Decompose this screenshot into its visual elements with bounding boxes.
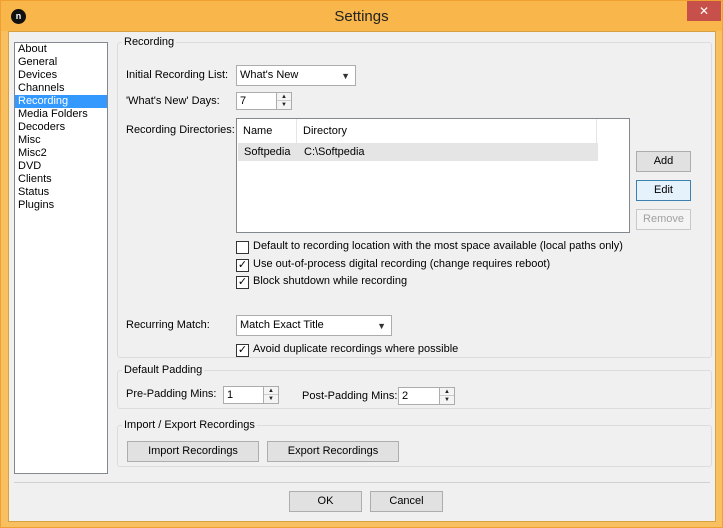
nav-item-decoders[interactable]: Decoders	[15, 121, 107, 134]
row-name-cell: Softpedia	[244, 146, 291, 158]
recording-group-legend: Recording	[124, 36, 175, 48]
close-button[interactable]: ✕	[687, 1, 721, 21]
whats-new-days-value: 7	[240, 95, 247, 107]
triangle-down-icon[interactable]: ▼	[264, 395, 278, 403]
import-recordings-button[interactable]: Import Recordings	[127, 441, 259, 462]
initial-recording-list-value: What's New	[240, 69, 299, 81]
recording-directories-list[interactable]: Name Directory Softpedia C:\Softpedia	[236, 118, 630, 233]
nav-item-recording[interactable]: Recording	[15, 95, 107, 108]
block-shutdown-checkbox[interactable]: ✓	[236, 276, 249, 289]
nav-item-misc[interactable]: Misc	[15, 134, 107, 147]
post-padding-value: 2	[402, 390, 409, 402]
default-padding-legend: Default Padding	[124, 364, 203, 376]
pre-padding-value: 1	[227, 389, 234, 401]
nav-item-devices[interactable]: Devices	[15, 69, 107, 82]
recording-directories-label: Recording Directories:	[126, 124, 235, 136]
recurring-match-label: Recurring Match:	[126, 319, 210, 331]
nav-item-plugins[interactable]: Plugins	[15, 199, 107, 212]
nav-item-misc2[interactable]: Misc2	[15, 147, 107, 160]
block-shutdown-label: Block shutdown while recording	[253, 275, 408, 287]
avoid-duplicates-checkbox[interactable]: ✓	[236, 344, 249, 357]
check-icon: ✓	[237, 276, 248, 288]
add-button[interactable]: Add	[636, 151, 691, 172]
column-header-name[interactable]: Name	[237, 119, 297, 143]
initial-recording-list-label: Initial Recording List:	[126, 69, 229, 81]
spinner-buttons[interactable]: ▲ ▼	[439, 388, 454, 404]
initial-recording-list-dropdown[interactable]: What's New ▼	[236, 65, 356, 86]
nav-item-clients[interactable]: Clients	[15, 173, 107, 186]
out-of-process-label: Use out-of-process digital recording (ch…	[253, 258, 551, 270]
cancel-button[interactable]: Cancel	[370, 491, 443, 512]
nav-item-dvd[interactable]: DVD	[15, 160, 107, 173]
recurring-match-value: Match Exact Title	[240, 319, 324, 331]
post-padding-spinner[interactable]: 2 ▲ ▼	[398, 387, 455, 405]
triangle-up-icon[interactable]: ▲	[277, 93, 291, 101]
recurring-match-dropdown[interactable]: Match Exact Title ▼	[236, 315, 392, 336]
triangle-up-icon[interactable]: ▲	[440, 388, 454, 396]
nav-item-channels[interactable]: Channels	[15, 82, 107, 95]
default-location-label: Default to recording location with the m…	[253, 240, 623, 252]
column-header-directory[interactable]: Directory	[297, 119, 597, 143]
footer-separator	[14, 482, 710, 483]
avoid-duplicates-label: Avoid duplicate recordings where possibl…	[253, 343, 459, 355]
remove-button[interactable]: Remove	[636, 209, 691, 230]
row-directory-cell: C:\Softpedia	[304, 146, 365, 158]
list-row[interactable]: Softpedia C:\Softpedia	[238, 143, 598, 161]
nav-item-general[interactable]: General	[15, 56, 107, 69]
nav-item-about[interactable]: About	[15, 43, 107, 56]
chevron-down-icon: ▼	[377, 321, 386, 331]
export-recordings-button[interactable]: Export Recordings	[267, 441, 399, 462]
triangle-down-icon[interactable]: ▼	[277, 101, 291, 109]
default-location-checkbox[interactable]	[236, 241, 249, 254]
list-header: Name Directory	[237, 119, 629, 143]
client-area: About General Devices Channels Recording Medi…	[8, 31, 716, 522]
check-icon: ✓	[237, 344, 248, 356]
spinner-buttons[interactable]: ▲ ▼	[276, 93, 291, 109]
settings-category-list[interactable]: About General Devices Channels Recording Medi…	[14, 42, 108, 474]
nav-item-media-folders[interactable]: Media Folders	[15, 108, 107, 121]
check-icon: ✓	[237, 259, 248, 271]
title-bar[interactable]: n Settings ✕	[1, 1, 722, 31]
out-of-process-checkbox[interactable]: ✓	[236, 259, 249, 272]
spinner-buttons[interactable]: ▲ ▼	[263, 387, 278, 403]
whats-new-days-label: 'What's New' Days:	[126, 95, 220, 107]
triangle-down-icon[interactable]: ▼	[440, 396, 454, 404]
window-title: Settings	[334, 8, 389, 25]
whats-new-days-spinner[interactable]: 7 ▲ ▼	[236, 92, 292, 110]
pre-padding-spinner[interactable]: 1 ▲ ▼	[223, 386, 279, 404]
ok-button[interactable]: OK	[289, 491, 362, 512]
import-export-legend: Import / Export Recordings	[124, 419, 255, 431]
pre-padding-label: Pre-Padding Mins:	[126, 388, 217, 400]
settings-window: n Settings ✕ About General Devices Channels…	[0, 0, 723, 528]
nav-item-status[interactable]: Status	[15, 186, 107, 199]
triangle-up-icon[interactable]: ▲	[264, 387, 278, 395]
chevron-down-icon: ▼	[341, 71, 350, 81]
edit-button[interactable]: Edit	[636, 180, 691, 201]
post-padding-label: Post-Padding Mins:	[302, 390, 398, 402]
